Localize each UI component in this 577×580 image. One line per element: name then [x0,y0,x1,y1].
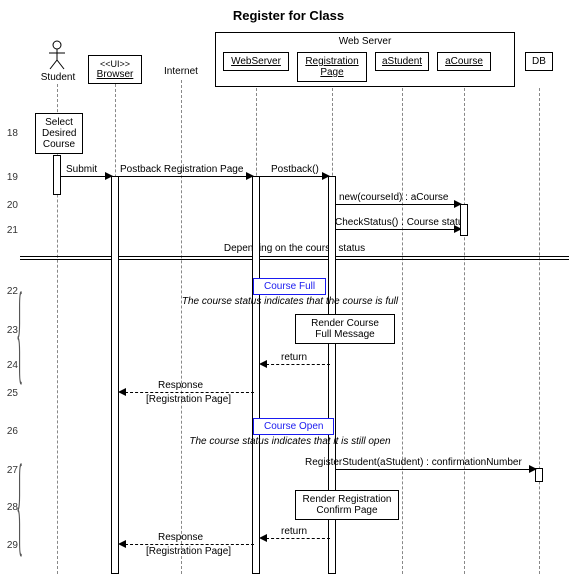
depending-label: Depending on the course status [20,243,569,254]
note-course-full: The course status indicates that the cou… [150,296,430,307]
webserver-head: WebServer [223,52,289,71]
acourse-head: aCourse [437,52,491,71]
select-course-note: Select Desired Course [35,113,83,154]
student-label: Student [38,72,78,83]
row-18: 18 [0,128,18,139]
lifeline-internet [181,80,182,574]
browser-label: Browser [95,69,135,80]
divider-top [20,256,569,257]
frag-course-open: Course Open [253,418,334,435]
row-26: 26 [0,426,18,437]
browser-stereo: <<UI>> [95,59,135,69]
row-20: 20 [0,200,18,211]
render-full-note: Render Course Full Message [295,314,395,344]
note-course-open: The course status indicates that it is s… [150,436,430,447]
diagram-title: Register for Class [0,8,577,23]
lifeline-acourse [464,88,465,574]
internet-label: Internet [156,66,206,77]
act-student [53,155,61,195]
astudent-head: aStudent [375,52,429,71]
act-browser [111,176,119,574]
browser-head: <<UI>> Browser [88,55,142,84]
row-21: 21 [0,225,18,236]
brace-open: { [16,438,23,570]
row-19: 19 [0,172,18,183]
act-webserver [252,176,260,574]
render-confirm-note: Render Registration Confirm Page [295,490,399,520]
divider-bot [20,259,569,260]
frag-course-full: Course Full [253,278,326,295]
regpage-head: Registration Page [297,52,367,82]
lifeline-astudent [402,88,403,574]
sequence-diagram: Register for Class Web Server Student <<… [0,0,577,580]
act-acourse [460,204,468,236]
student-actor-icon [48,40,66,70]
server-group-label: Web Server [215,36,515,47]
db-head: DB [525,52,553,71]
brace-full: { [16,266,23,398]
lifeline-db [539,88,540,574]
